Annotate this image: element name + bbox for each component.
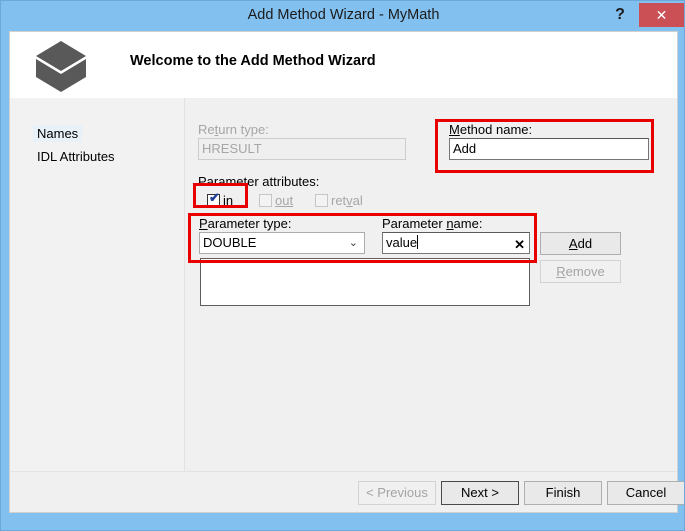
parameter-type-select[interactable]: DOUBLE ⌄ [199, 232, 365, 254]
parameter-type-value: DOUBLE [203, 235, 257, 250]
return-type-field: HRESULT [198, 138, 406, 160]
sidebar-item-idl-attributes[interactable]: IDL Attributes [33, 148, 119, 165]
finish-button[interactable]: Finish [524, 481, 602, 505]
parameter-name-value: value [386, 235, 418, 250]
checkbox-retval-box [315, 194, 328, 207]
checkbox-in-label: in [223, 193, 234, 208]
return-type-label: Return type: [198, 122, 269, 137]
close-button[interactable]: ✕ [639, 3, 684, 27]
window-title: Add Method Wizard - MyMath [247, 7, 440, 23]
cancel-button[interactable]: Cancel [607, 481, 684, 505]
clear-icon[interactable]: ✕ [514, 235, 525, 253]
page-title: Welcome to the Add Method Wizard [130, 53, 376, 69]
remove-button: Remove [540, 260, 621, 283]
next-button[interactable]: Next > [441, 481, 519, 505]
chevron-down-icon[interactable]: ⌄ [349, 233, 358, 253]
cube-icon [32, 39, 90, 94]
parameter-name-input[interactable]: value ✕ [382, 232, 530, 254]
checkbox-in-box[interactable]: ✔ [207, 190, 220, 207]
check-icon: ✔ [209, 190, 220, 205]
title-bar: Add Method Wizard - MyMath ? ✕ [1, 1, 684, 31]
checkbox-out-box [259, 194, 272, 207]
parameter-type-label: Parameter type: [199, 216, 292, 231]
help-button[interactable]: ? [607, 3, 633, 27]
method-name-input[interactable]: Add [449, 138, 649, 160]
checkbox-retval: retval [315, 193, 363, 208]
checkbox-in[interactable]: ✔ in [207, 190, 234, 208]
wizard-footer: < Previous Next > Finish Cancel [9, 471, 684, 513]
checkbox-out-label: out [275, 193, 294, 208]
sidebar-item-names[interactable]: Names [33, 125, 83, 142]
checkbox-out: out [259, 193, 293, 208]
wizard-sidebar: Names IDL Attributes [10, 98, 185, 511]
parameter-name-label: Parameter name: [382, 216, 483, 231]
checkbox-retval-label: retval [331, 193, 363, 208]
wizard-content: Return type: HRESULT Method name: Add Pa… [186, 98, 678, 511]
add-button[interactable]: Add [540, 232, 621, 255]
method-name-label: Method name: [449, 122, 533, 137]
wizard-header: Welcome to the Add Method Wizard [9, 31, 678, 98]
text-caret [417, 235, 419, 249]
parameter-list[interactable] [200, 258, 530, 306]
wizard-body: Names IDL Attributes Return type: HRESUL… [9, 98, 678, 513]
previous-button: < Previous [358, 481, 436, 505]
add-method-wizard-window: Add Method Wizard - MyMath ? ✕ Welcome t… [0, 0, 685, 531]
parameter-attributes-label: Parameter attributes: [198, 174, 320, 189]
